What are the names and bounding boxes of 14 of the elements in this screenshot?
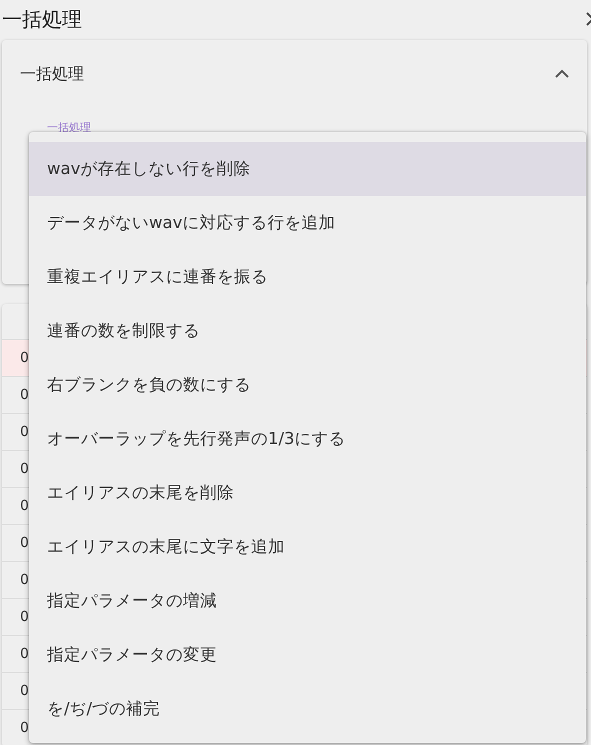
panel-title[interactable]: 一括処理 [20, 64, 84, 84]
menu-item[interactable]: データがないwavに対応する行を追加 [29, 196, 586, 250]
menu-item[interactable]: 連番の数を制限する [29, 304, 586, 358]
menu-item[interactable]: エイリアスの末尾に文字を追加 [29, 520, 586, 574]
chevron-up-icon[interactable] [555, 69, 569, 79]
dialog-title: 一括処理 [2, 6, 82, 32]
menu-item[interactable]: 重複エイリアスに連番を振る [29, 250, 586, 304]
menu-item[interactable]: を/ぢ/づの補完 [29, 682, 586, 736]
menu-item[interactable]: 指定パラメータの増減 [29, 574, 586, 628]
menu-item[interactable]: 指定パラメータの変更 [29, 628, 586, 682]
menu-item[interactable]: wavが存在しない行を削除 [29, 142, 586, 196]
menu-item[interactable]: 右ブランクを負の数にする [29, 358, 586, 412]
menu-item[interactable]: オーバーラップを先行発声の1/3にする [29, 412, 586, 466]
menu-item[interactable]: エイリアスの末尾を削除 [29, 466, 586, 520]
